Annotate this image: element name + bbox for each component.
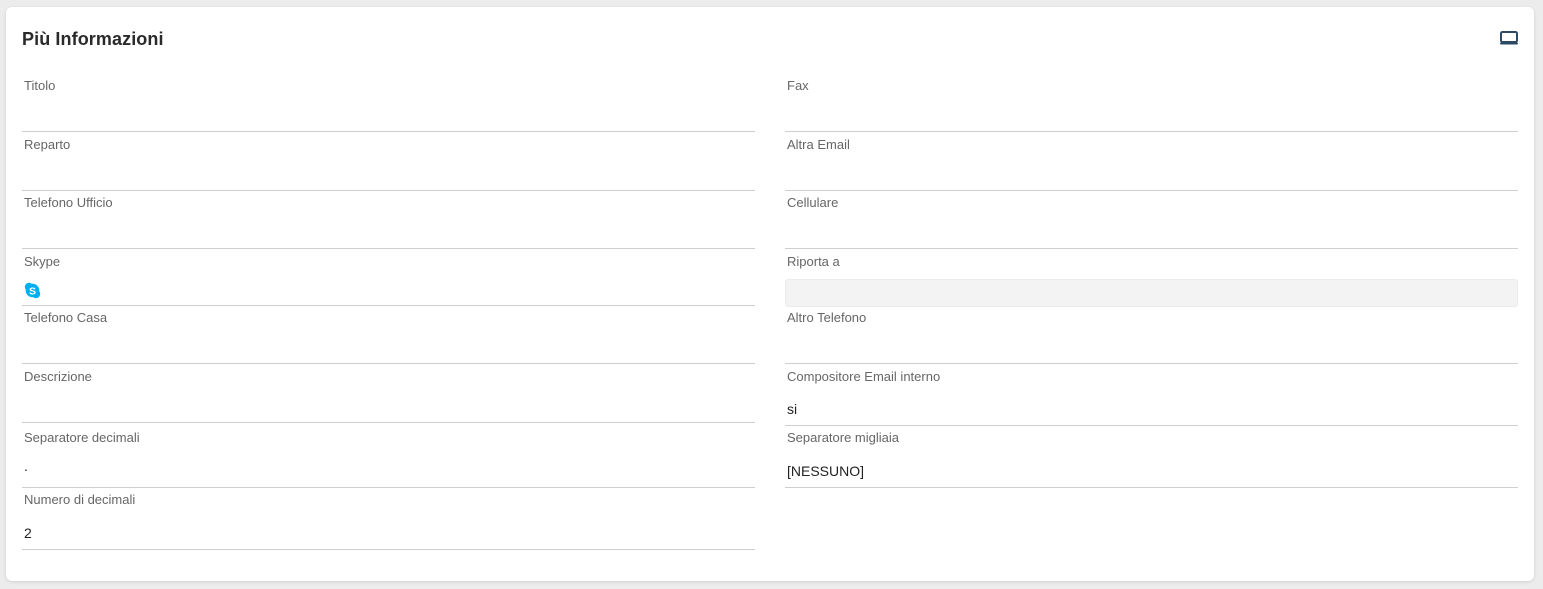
field-underline [22, 131, 755, 132]
field-label: Telefono Casa [24, 310, 108, 325]
riporta-a-disabled-input [785, 279, 1518, 307]
field-label: Altro Telefono [787, 310, 867, 325]
field-underline [22, 363, 755, 364]
field-altro-telefono[interactable]: Altro Telefono [785, 306, 1518, 364]
field-label: Reparto [24, 137, 71, 152]
field-label: Cellulare [787, 195, 839, 210]
svg-text:S: S [29, 285, 36, 297]
field-altra-email[interactable]: Altra Email [785, 133, 1518, 191]
field-titolo[interactable]: Titolo [22, 74, 755, 132]
field-separatore-decimali[interactable]: Separatore decimali . [22, 426, 755, 488]
field-label: Skype [24, 254, 61, 269]
field-value: [NESSUNO] [787, 463, 865, 479]
field-telefono-ufficio[interactable]: Telefono Ufficio [22, 191, 755, 249]
field-underline [22, 422, 755, 423]
field-separatore-migliaia[interactable]: Separatore migliaia [NESSUNO] [785, 426, 1518, 488]
field-label: Descrizione [24, 369, 92, 384]
field-value: 2 [24, 525, 32, 541]
panel-title: Più Informazioni [22, 29, 164, 49]
field-label: Titolo [24, 78, 56, 93]
field-value: si [787, 401, 798, 417]
field-skype[interactable]: Skype S [22, 250, 755, 306]
field-descrizione[interactable]: Descrizione [22, 365, 755, 423]
field-label: Telefono Ufficio [24, 195, 113, 210]
field-label: Numero di decimali [24, 492, 136, 507]
field-underline [22, 549, 755, 550]
field-label: Fax [787, 78, 809, 93]
field-fax[interactable]: Fax [785, 74, 1518, 132]
field-reparto[interactable]: Reparto [22, 133, 755, 191]
field-underline [785, 248, 1518, 249]
field-underline [785, 487, 1518, 488]
field-label: Altra Email [787, 137, 850, 152]
field-riporta-a: Riporta a [785, 250, 1518, 307]
field-telefono-casa[interactable]: Telefono Casa [22, 306, 755, 364]
field-numero-decimali[interactable]: Numero di decimali 2 [22, 488, 755, 550]
more-info-panel: Più Informazioni Titolo Reparto Telefono… [6, 7, 1534, 581]
field-underline [22, 248, 755, 249]
field-label: Compositore Email interno [787, 369, 941, 384]
field-compositore-email[interactable]: Compositore Email interno si [785, 365, 1518, 426]
field-label: Separatore decimali [24, 430, 140, 445]
field-underline [785, 131, 1518, 132]
field-value: . [24, 458, 28, 474]
monitor-icon[interactable] [1500, 31, 1518, 45]
field-cellulare[interactable]: Cellulare [785, 191, 1518, 249]
skype-icon[interactable]: S [24, 282, 41, 299]
field-underline [785, 363, 1518, 364]
field-label: Separatore migliaia [787, 430, 900, 445]
field-label: Riporta a [787, 254, 840, 269]
